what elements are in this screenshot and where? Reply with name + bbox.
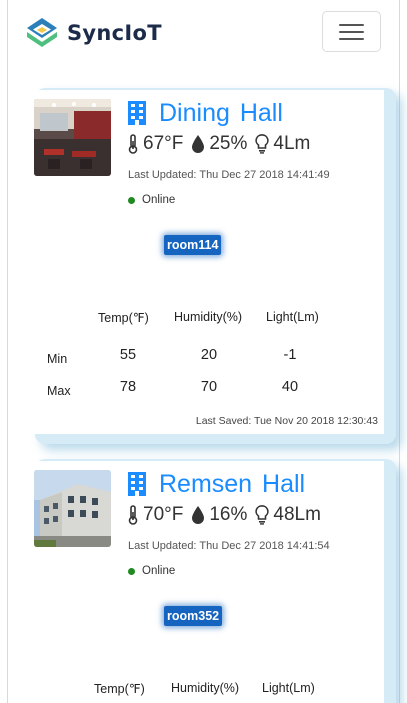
last-updated: Last Updated: Thu Dec 27 2018 14:41:54 xyxy=(128,540,330,552)
light-header: Light(Lm) xyxy=(266,310,319,324)
brand-name: SyncIoT xyxy=(67,21,162,45)
room-title: Remsen Hall xyxy=(127,469,305,499)
thermometer-icon xyxy=(128,505,138,525)
min-humidity: 20 xyxy=(200,347,218,363)
online-dot-icon xyxy=(128,196,135,204)
light-header: Light(Lm) xyxy=(262,681,315,695)
room-metrics: 67°F 25% 4Lm xyxy=(127,132,318,156)
temperature-value: 70°F xyxy=(143,504,184,525)
min-label: Min xyxy=(47,352,68,366)
max-label: Max xyxy=(47,384,71,398)
room-photo xyxy=(34,99,111,176)
status-badge: Online xyxy=(128,194,175,206)
room-id-button[interactable]: room114 xyxy=(164,235,222,255)
temperature-value: 67°F xyxy=(143,133,184,154)
min-temp: 55 xyxy=(119,347,137,363)
hamburger-icon-bar xyxy=(339,38,364,40)
humidity-header: Humidity(%) xyxy=(171,681,240,695)
droplet-icon xyxy=(192,506,205,524)
status-badge: Online xyxy=(128,565,175,577)
max-light: 40 xyxy=(281,379,299,395)
dining-hall-photo xyxy=(34,99,111,176)
room-name[interactable]: Dining Hall xyxy=(159,99,283,128)
thermometer-icon xyxy=(128,134,138,154)
room-metrics: 70°F 16% 48Lm xyxy=(127,503,329,527)
room-name[interactable]: Remsen Hall xyxy=(159,470,305,499)
room-id-button[interactable]: room352 xyxy=(164,606,223,626)
brand-link[interactable]: SyncIoT xyxy=(25,16,162,50)
humidity-value: 25% xyxy=(209,133,248,154)
building-icon xyxy=(128,101,146,125)
menu-toggle-button[interactable] xyxy=(322,11,381,52)
lightbulb-icon xyxy=(255,505,270,525)
min-light: -1 xyxy=(283,347,297,363)
lightbulb-icon xyxy=(255,134,270,154)
page-frame-left xyxy=(7,0,8,703)
page-frame-right xyxy=(399,0,400,703)
room-card-remsen-hall[interactable]: Remsen Hall 70°F 16% 48Lm Last Updated: … xyxy=(27,461,384,703)
humidity-value: 16% xyxy=(209,504,248,525)
building-icon xyxy=(128,472,146,496)
light-value: 4Lm xyxy=(273,133,311,154)
stats-table: Temp(℉) Humidity(%) Light(Lm) Min 55 20 … xyxy=(27,310,384,400)
synciot-logo-icon xyxy=(27,18,57,47)
light-value: 48Lm xyxy=(273,504,321,525)
hamburger-icon xyxy=(339,24,364,26)
stats-table: Temp(℉) Humidity(%) Light(Lm) xyxy=(27,681,384,703)
temp-header: Temp(℉) xyxy=(94,682,145,696)
humidity-header: Humidity(%) xyxy=(174,310,243,324)
online-dot-icon xyxy=(128,567,135,575)
temp-header: Temp(℉) xyxy=(98,311,149,325)
room-card-dining-hall[interactable]: Dining Hall 67°F 25% 4Lm Last Updated: T… xyxy=(27,90,384,434)
max-humidity: 70 xyxy=(200,379,218,395)
max-temp: 78 xyxy=(119,379,137,395)
last-updated: Last Updated: Thu Dec 27 2018 14:41:49 xyxy=(128,169,330,181)
hamburger-icon-bar xyxy=(339,31,364,33)
room-title: Dining Hall xyxy=(127,98,283,128)
status-text: Online xyxy=(142,194,176,206)
status-text: Online xyxy=(142,565,176,577)
remsen-hall-photo xyxy=(34,470,111,547)
room-photo xyxy=(34,470,111,547)
navbar: SyncIoT xyxy=(8,0,399,66)
droplet-icon xyxy=(192,135,205,153)
last-saved: Last Saved: Tue Nov 20 2018 12:30:43 xyxy=(195,415,378,427)
